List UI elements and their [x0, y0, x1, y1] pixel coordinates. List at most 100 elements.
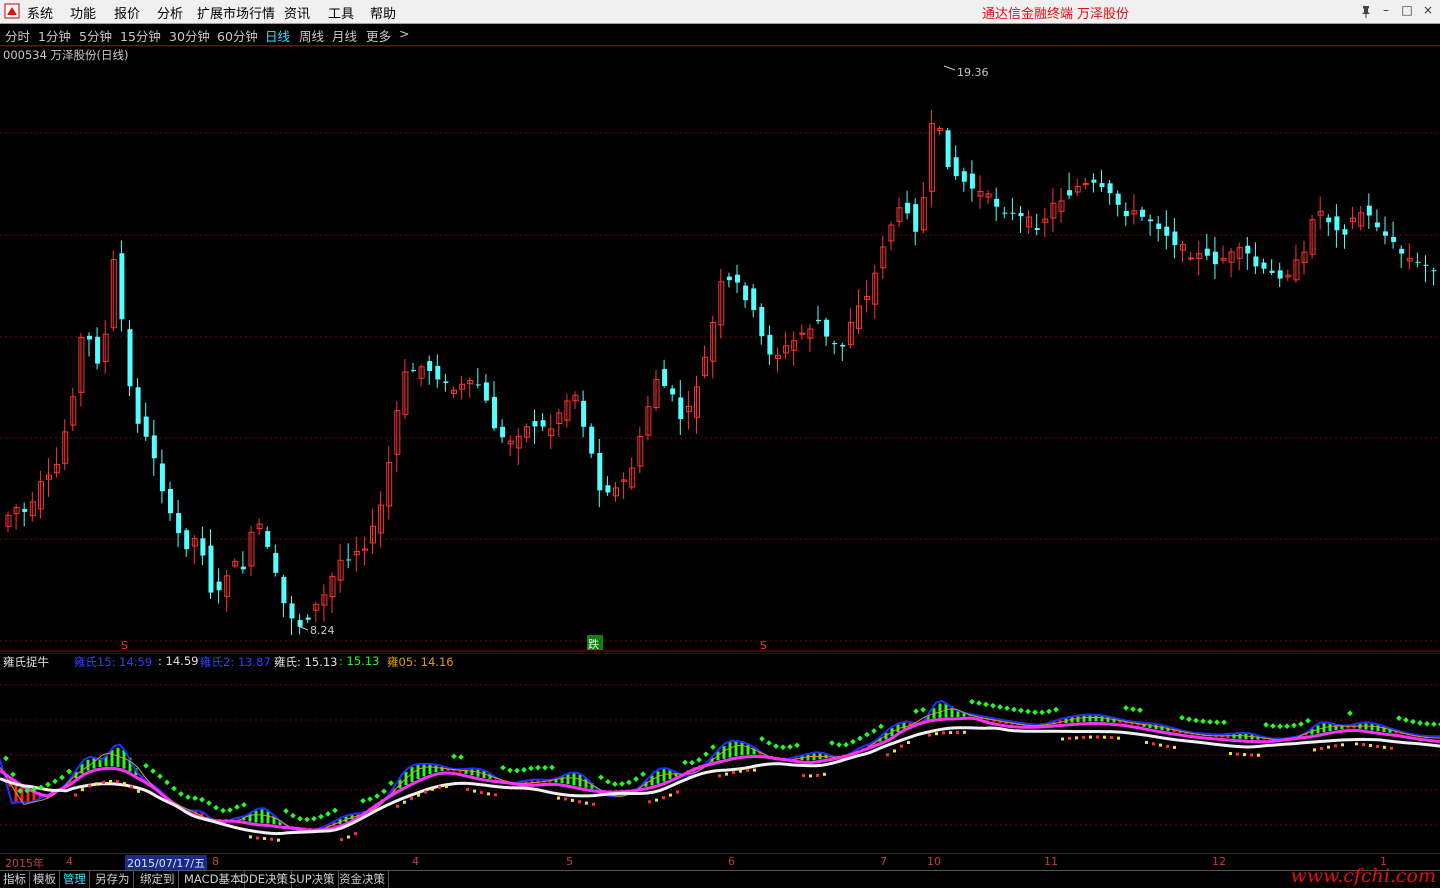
period-monthly[interactable]: 月线	[332, 26, 357, 45]
period-weekly[interactable]: 周线	[299, 26, 324, 45]
indicator-name: 雍氏捉牛	[3, 655, 49, 669]
signal-dot	[787, 743, 793, 750]
period-60min[interactable]: 60分钟	[217, 26, 258, 45]
candle-body-down	[1245, 245, 1251, 254]
app-logo-icon	[4, 3, 20, 19]
menu-system[interactable]: 系统	[27, 3, 53, 22]
signal-dot	[1270, 723, 1276, 729]
tab-template[interactable]: 模板	[30, 871, 60, 888]
tab-fund-decision[interactable]: 资金决策	[336, 871, 389, 888]
period-daily[interactable]: 日线	[265, 26, 290, 45]
candle-body-down	[735, 274, 740, 283]
period-15min[interactable]: 15分钟	[120, 26, 161, 45]
indicator-chart[interactable]	[0, 653, 1440, 853]
signal-dot	[354, 832, 357, 836]
signal-dot	[612, 781, 618, 787]
signal-dot	[935, 732, 938, 736]
indicator-value-3: 雍氏2: 13.87	[200, 655, 271, 669]
signal-dot	[794, 742, 800, 749]
signal-dot	[360, 797, 366, 804]
app-name: 通达信金融终端	[982, 7, 1074, 22]
signal-dot	[367, 796, 373, 802]
menu-tools[interactable]: 工具	[328, 3, 354, 22]
tab-save-as[interactable]: 另存为	[92, 871, 134, 888]
candle-body-down	[1366, 205, 1372, 216]
signal-dot	[676, 790, 679, 794]
tab-indicator[interactable]: 指标	[0, 871, 30, 888]
menu-news[interactable]: 资讯	[284, 3, 310, 22]
period-1min[interactable]: 1分钟	[38, 26, 71, 45]
tab-manage[interactable]: 管理	[60, 871, 90, 888]
candle-body-down	[726, 276, 732, 281]
signal-dot	[976, 700, 982, 706]
signal-dot	[445, 784, 448, 788]
menu-function[interactable]: 功能	[70, 3, 96, 22]
signal-dot	[95, 782, 98, 786]
signal-dot	[746, 768, 749, 772]
signal-dot	[969, 698, 975, 705]
signal-dot	[123, 782, 126, 786]
candle-body-down	[127, 329, 133, 387]
close-icon[interactable]: ×	[1420, 2, 1436, 18]
date-label-year: 2015年	[5, 857, 44, 870]
menu-analysis[interactable]: 分析	[157, 3, 183, 22]
menu-help[interactable]: 帮助	[370, 3, 396, 22]
candle-body-down	[969, 173, 975, 189]
signal-dot	[949, 731, 952, 735]
candlestick-chart[interactable]: 19.36 8.24 S 跌 S	[0, 46, 1440, 652]
signal-dot	[403, 800, 406, 804]
signal-dot	[655, 798, 658, 802]
signal-dot	[1103, 735, 1106, 739]
signal-dot	[886, 753, 889, 757]
candle-body-down	[994, 198, 1000, 207]
signal-dot	[1075, 736, 1078, 740]
signal-dot	[703, 751, 709, 757]
signal-dot	[130, 785, 133, 789]
tab-bind-to[interactable]: 绑定到	[137, 871, 179, 888]
signal-dot	[227, 807, 233, 813]
signal-dot	[45, 781, 51, 788]
candle-body-down	[87, 335, 92, 340]
date-label: 12	[1212, 855, 1226, 868]
period-5min[interactable]: 5分钟	[79, 26, 112, 45]
signal-dot	[1173, 745, 1176, 749]
signal-dot	[535, 764, 541, 771]
tab-macd-basic[interactable]: MACD基本	[181, 871, 246, 888]
pin-icon[interactable]	[1358, 3, 1374, 19]
candle-body-down	[500, 426, 506, 438]
period-30min[interactable]: 30分钟	[169, 26, 210, 45]
minimize-icon[interactable]: –	[1378, 2, 1394, 18]
candle-body-up	[799, 332, 806, 335]
signal-dot	[1243, 753, 1246, 757]
period-timeshare[interactable]: 分时	[5, 26, 30, 45]
signal-dot	[640, 771, 646, 778]
candle-body-down	[1383, 231, 1388, 236]
candle-body-down	[95, 336, 101, 364]
menu-quote[interactable]: 报价	[114, 3, 140, 22]
signal-dot	[1376, 744, 1379, 748]
candle-body-down	[240, 566, 246, 570]
date-label: 11	[1044, 855, 1058, 868]
signal-dot	[578, 800, 581, 804]
signal-dot	[626, 779, 632, 786]
signal-dot	[150, 768, 156, 774]
signal-dot	[598, 774, 604, 781]
candle-body-down	[135, 387, 141, 424]
candle-body-down	[1140, 209, 1145, 217]
candle-body-down	[184, 530, 190, 550]
tab-sup-decision[interactable]: SUP决策	[286, 871, 339, 888]
menu-extended-market[interactable]: 扩展市场行情	[197, 3, 275, 22]
signal-dot	[1159, 743, 1162, 747]
candle-body-down	[159, 463, 165, 492]
candle-body-down	[273, 553, 279, 573]
signal-dot	[318, 813, 324, 820]
signal-dot	[88, 784, 91, 788]
candle-body-down	[151, 435, 157, 459]
tab-dde-decision[interactable]: DDE决策	[237, 871, 292, 888]
period-more[interactable]: 更多	[366, 26, 391, 45]
signal-dot	[206, 800, 212, 806]
signal-dot	[81, 788, 84, 792]
maximize-icon[interactable]: □	[1399, 2, 1415, 18]
signal-dot	[1417, 720, 1423, 726]
chevron-right-icon[interactable]: >	[399, 26, 409, 41]
